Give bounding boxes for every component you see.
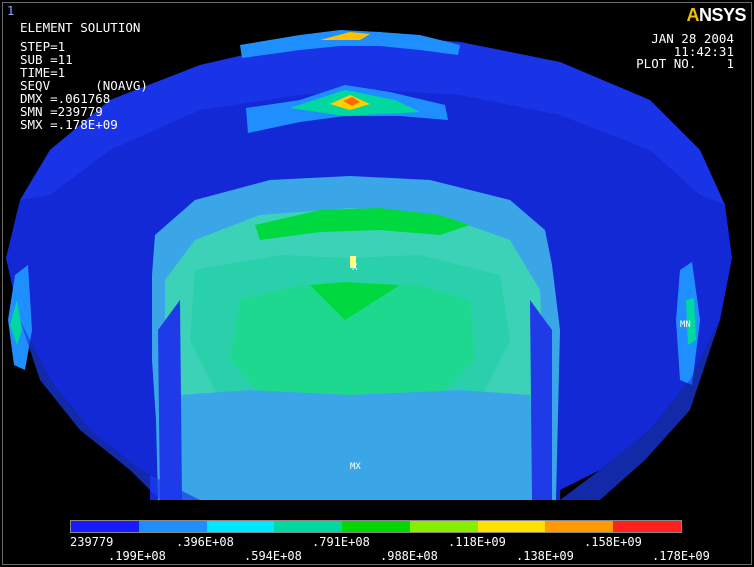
ansys-logo: ANSYS <box>686 5 746 25</box>
plot-info: JAN 28 2004 11:42:31 PLOT NO. 1 <box>636 32 734 71</box>
legend-swatch <box>274 521 343 532</box>
contour-legend-bar <box>70 520 682 533</box>
smx-label: SMX =.178E+09 <box>20 116 118 132</box>
legend-label-top: .158E+09 <box>584 535 642 549</box>
legend-swatch <box>138 521 207 532</box>
ansys-graphics-window: 1 ANSYS ELEMENT SOLUTION STEP=1 SUB =11 … <box>0 0 754 567</box>
legend-swatch <box>613 521 682 532</box>
legend-label-top: 239779 <box>70 535 114 549</box>
legend-swatch <box>409 521 478 532</box>
plot-number: PLOT NO. 1 <box>636 56 734 71</box>
legend-label-bottom: .138E+09 <box>516 549 574 563</box>
bore-lower-right-dark <box>530 300 552 500</box>
legend-label-top: .118E+09 <box>448 535 506 549</box>
mx-marker: MX <box>350 462 361 472</box>
legend-swatch <box>545 521 614 532</box>
solution-info: ELEMENT SOLUTION STEP=1 SUB =11 TIME=1 S… <box>20 20 148 132</box>
legend-swatch <box>206 521 275 532</box>
bore-lower <box>170 390 540 500</box>
mn-marker: MN <box>680 320 691 330</box>
bore-lower-left-dark <box>158 300 182 500</box>
window-number: 1 <box>7 4 15 18</box>
plot-title: ELEMENT SOLUTION <box>20 20 141 35</box>
legend-label-bottom: .199E+08 <box>108 549 166 563</box>
x-marker: X <box>352 263 358 273</box>
legend-label-top: .791E+08 <box>312 535 370 549</box>
legend-swatch <box>477 521 546 532</box>
legend-label-bottom: .594E+08 <box>244 549 302 563</box>
legend-label-top: .396E+08 <box>176 535 234 549</box>
legend-swatch <box>71 521 139 532</box>
legend-swatch <box>342 521 410 532</box>
legend-label-bottom: .178E+09 <box>652 549 710 563</box>
legend-label-bottom: .988E+08 <box>380 549 438 563</box>
